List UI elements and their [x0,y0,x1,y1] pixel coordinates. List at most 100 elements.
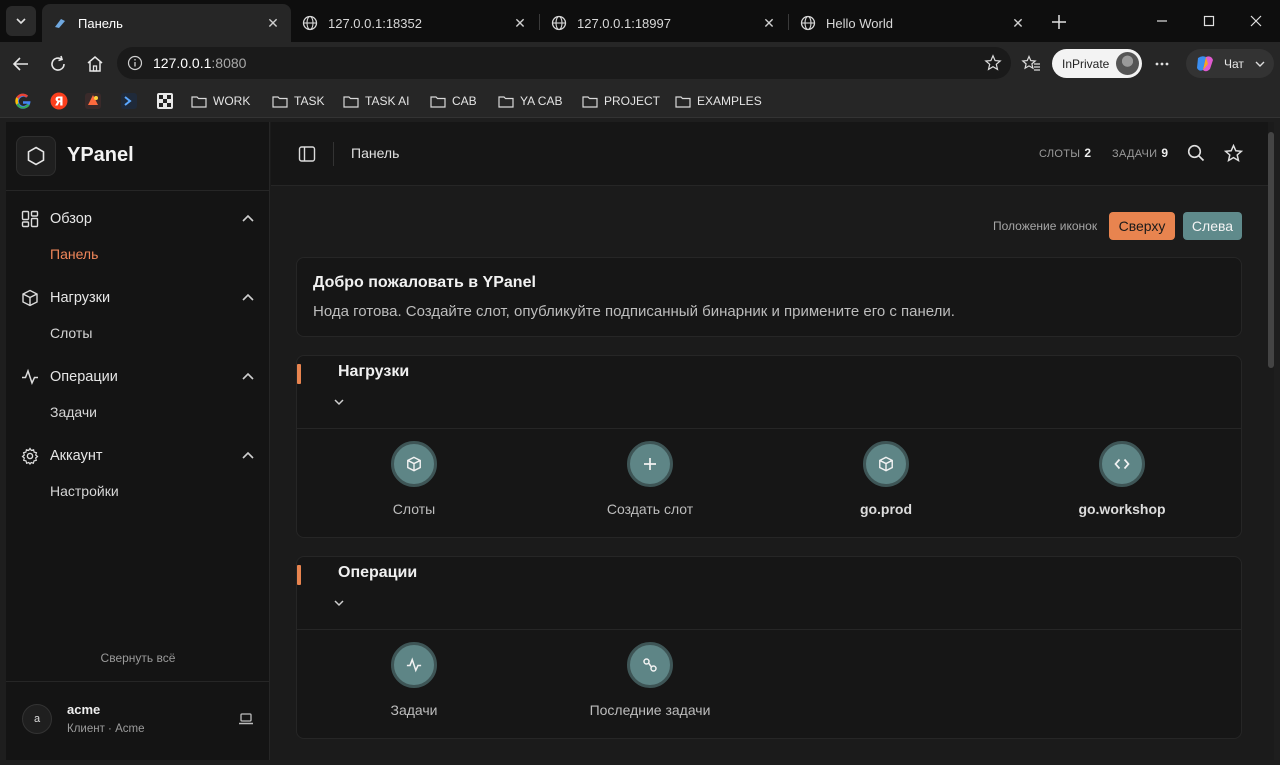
chevron-up-icon[interactable] [240,290,256,306]
tab-strip: Панель ✕ 127.0.0.1:18352 ✕ 127.0.0.1:189… [0,0,1280,42]
sidebar-group-operations[interactable]: Операции [20,364,256,390]
bookmark-folder-ya-cab[interactable]: YA CAB [498,91,562,111]
code-icon [1099,441,1145,487]
laptop-icon[interactable] [238,712,254,726]
page-scrollbar-thumb[interactable] [1268,132,1274,368]
back-button[interactable] [7,50,35,78]
logo[interactable] [16,136,56,176]
bookmarks-bar: Я WORK TASK TASK AI CAB YA CAB PROJECT E… [0,84,1280,118]
section-workloads: Нагрузки Слоты Создать слот go.prod go.w… [296,355,1242,538]
sidebar-group-account[interactable]: Аккаунт [20,443,256,469]
maximize-icon [1203,15,1215,27]
reload-button[interactable] [44,50,72,78]
bookmark-label: WORK [213,94,251,108]
bookmark-folder-examples[interactable]: EXAMPLES [675,91,762,111]
tab-127-18997[interactable]: 127.0.0.1:18997 ✕ [541,4,787,42]
reload-icon [51,55,65,71]
chevron-up-icon[interactable] [240,211,256,227]
tile-tasks[interactable]: Задачи [314,642,514,718]
close-icon[interactable]: ✕ [512,15,528,31]
bookmark-terminal[interactable] [120,91,138,111]
sidebar-item-settings[interactable]: Настройки [50,483,119,499]
tab-panel[interactable]: Панель ✕ [42,4,291,42]
bookmark-pixel-app[interactable] [156,91,174,111]
favorites-button[interactable] [1017,50,1045,78]
bookmark-folder-work[interactable]: WORK [191,91,250,111]
section-title: Операции [338,564,418,581]
home-button[interactable] [81,50,109,78]
activity-icon [391,642,437,688]
tile-slots[interactable]: Слоты [314,441,514,517]
copilot-chat-button[interactable]: Чат [1186,49,1274,78]
chevron-down-icon[interactable] [331,595,347,611]
collapse-all-button[interactable]: Свернуть всё [6,651,270,665]
plus-icon [627,441,673,487]
more-menu-button[interactable] [1148,50,1176,78]
minimize-icon [1157,20,1167,22]
tab-actions-button[interactable] [6,6,36,36]
tab-127-18352[interactable]: 127.0.0.1:18352 ✕ [292,4,538,42]
avatar: a [22,704,52,734]
sidebar-group-workloads[interactable]: Нагрузки [20,285,256,311]
section-divider [297,629,1241,630]
close-window-button[interactable] [1241,8,1271,34]
chevron-down-icon [16,18,26,25]
rocket-service-icon [85,93,101,109]
slots-counter[interactable]: СЛОТЫ 2 [1039,146,1091,160]
close-icon[interactable]: ✕ [265,15,281,31]
chevron-down-icon[interactable] [331,394,347,410]
tasks-counter[interactable]: ЗАДАЧИ 9 [1112,146,1168,160]
bookmark-dev-service[interactable] [84,91,102,111]
tile-go-workshop[interactable]: go.workshop [1022,441,1222,517]
tab-title: Hello World [826,15,893,31]
url-text: 127.0.0.1:8080 [153,55,246,71]
icon-position-left-button[interactable]: Слева [1183,212,1242,240]
sidebar-item-slots[interactable]: Слоты [50,325,92,341]
toggle-sidebar-button[interactable] [295,142,319,166]
minimize-button[interactable] [1147,8,1177,34]
tab-hello-world[interactable]: Hello World ✕ [790,4,1036,42]
gear-icon [20,446,40,466]
globe-icon [551,15,567,31]
new-tab-button[interactable] [1046,9,1072,35]
inprivate-badge[interactable]: InPrivate [1052,49,1142,78]
bookmark-folder-task[interactable]: TASK [272,91,324,111]
bookmark-folder-task-ai[interactable]: TASK AI [343,91,409,111]
sidebar-group-overview[interactable]: Обзор [20,206,256,232]
welcome-title: Добро пожаловать в YPanel [313,274,536,291]
home-icon [87,56,103,72]
bookmark-folder-project[interactable]: PROJECT [582,91,660,111]
tile-go-prod[interactable]: go.prod [786,441,986,517]
info-icon[interactable] [127,55,143,71]
address-bar[interactable]: 127.0.0.1:8080 [117,47,1011,79]
arrow-left-icon [12,57,28,71]
close-icon[interactable]: ✕ [1010,15,1026,31]
breadcrumb: Панель [351,145,400,161]
section-accent-bar [297,565,301,585]
chevron-up-icon[interactable] [240,448,256,464]
copilot-label: Чат [1224,56,1244,71]
close-icon [1250,15,1262,27]
search-icon [1187,144,1205,162]
sidebar-item-panel[interactable]: Панель [50,246,98,262]
favorites-button[interactable] [1222,142,1244,164]
sidebar-toggle-icon [298,146,316,162]
plus-icon [1052,15,1066,29]
close-icon[interactable]: ✕ [761,15,777,31]
bookmark-folder-cab[interactable]: CAB [430,91,477,111]
sidebar-item-tasks[interactable]: Задачи [50,404,97,420]
icon-position-top-button[interactable]: Сверху [1109,212,1175,240]
user-card[interactable]: a acme Клиент · Acme [6,681,270,760]
tile-create-slot[interactable]: Создать слот [550,441,750,517]
favorite-star-icon[interactable] [984,54,1002,77]
bookmark-yandex[interactable]: Я [50,91,68,111]
search-button[interactable] [1185,142,1207,164]
bookmark-google[interactable] [14,91,32,111]
tile-label: Последние задачи [589,702,711,718]
maximize-button[interactable] [1194,8,1224,34]
tile-label: Задачи [390,702,438,718]
grid-icon [20,209,40,229]
tile-recent-tasks[interactable]: Последние задачи [550,642,750,718]
chevron-up-icon[interactable] [240,369,256,385]
tab-divider [539,14,540,30]
